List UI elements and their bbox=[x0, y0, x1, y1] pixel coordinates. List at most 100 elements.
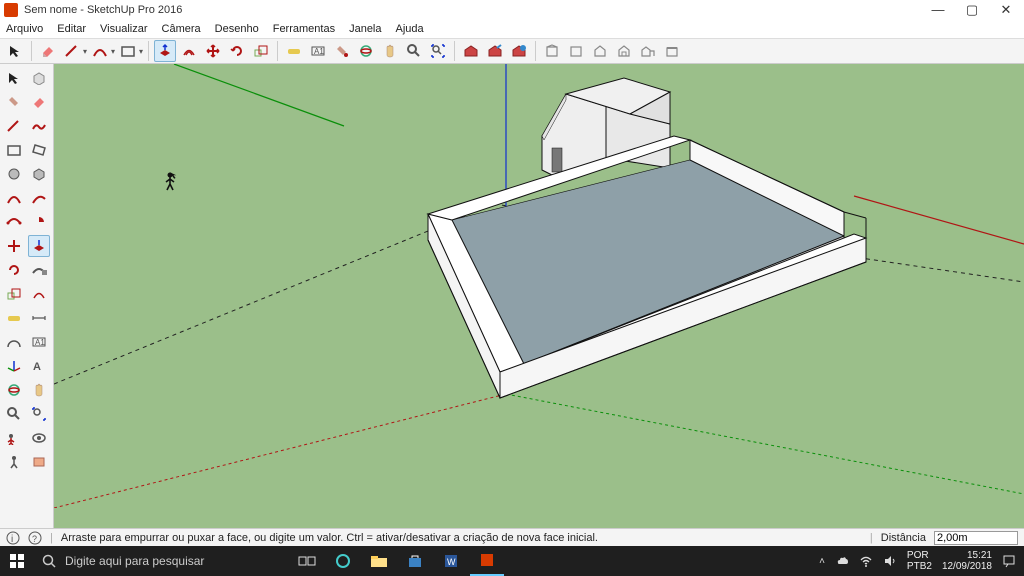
taskbar-search[interactable]: Digite aqui para pesquisar bbox=[34, 546, 284, 576]
protractor-tool[interactable] bbox=[3, 331, 25, 353]
line-tool-l[interactable] bbox=[3, 115, 25, 137]
offset-tool[interactable] bbox=[178, 40, 200, 62]
cursor-figure-icon bbox=[166, 172, 176, 190]
text-tool[interactable]: A1 bbox=[307, 40, 329, 62]
orbit-tool-l[interactable] bbox=[3, 379, 25, 401]
extension-warehouse-icon[interactable] bbox=[508, 40, 530, 62]
pie-tool[interactable] bbox=[28, 211, 50, 233]
task-view-icon[interactable] bbox=[290, 546, 324, 576]
scale-tool-l[interactable] bbox=[3, 283, 25, 305]
shape-tool[interactable] bbox=[117, 40, 139, 62]
rotate-tool[interactable] bbox=[226, 40, 248, 62]
pan-tool-l[interactable] bbox=[28, 379, 50, 401]
offset-tool-l[interactable] bbox=[28, 283, 50, 305]
title-bar: Sem nome - SketchUp Pro 2016 — ▢ ✕ bbox=[0, 0, 1024, 20]
building4-icon[interactable] bbox=[613, 40, 635, 62]
scale-tool[interactable] bbox=[250, 40, 272, 62]
text-tool-l[interactable]: A1 bbox=[28, 331, 50, 353]
building6-icon[interactable] bbox=[661, 40, 683, 62]
info-icon: i bbox=[6, 531, 20, 545]
eraser-tool-l[interactable] bbox=[28, 91, 50, 113]
tray-lang[interactable]: POR PTB2 bbox=[907, 550, 932, 572]
warehouse-share-icon[interactable] bbox=[484, 40, 506, 62]
walk-tool[interactable] bbox=[3, 451, 25, 473]
orbit-tool[interactable] bbox=[355, 40, 377, 62]
move-tool-l[interactable] bbox=[3, 235, 25, 257]
status-bar: i ? | Arraste para empurrar ou puxar a f… bbox=[0, 528, 1024, 546]
building1-icon[interactable] bbox=[541, 40, 563, 62]
start-button[interactable] bbox=[0, 546, 34, 576]
look-around-tool[interactable] bbox=[28, 427, 50, 449]
toolbar-left: A1 A bbox=[0, 64, 54, 528]
close-button[interactable]: ✕ bbox=[996, 2, 1016, 18]
2pt-arc-tool[interactable] bbox=[28, 187, 50, 209]
line-tool[interactable] bbox=[61, 40, 83, 62]
axes-tool[interactable] bbox=[3, 355, 25, 377]
menu-editar[interactable]: Editar bbox=[57, 23, 86, 35]
position-camera-tool[interactable] bbox=[3, 427, 25, 449]
paint-tool-l[interactable] bbox=[3, 91, 25, 113]
sketchup-icon[interactable] bbox=[470, 546, 504, 576]
component-tool[interactable] bbox=[28, 67, 50, 89]
edge-icon[interactable] bbox=[326, 546, 360, 576]
tray-clock[interactable]: 15:21 12/09/2018 bbox=[942, 550, 992, 572]
select-tool-l[interactable] bbox=[3, 67, 25, 89]
select-tool[interactable] bbox=[4, 40, 26, 62]
move-tool[interactable] bbox=[202, 40, 224, 62]
pushpull-tool-l[interactable] bbox=[28, 235, 50, 257]
tape-tool-l[interactable] bbox=[3, 307, 25, 329]
zoom-tool-l[interactable] bbox=[3, 403, 25, 425]
help-icon[interactable]: ? bbox=[28, 531, 42, 545]
pushpull-tool[interactable] bbox=[154, 40, 176, 62]
section-tool[interactable] bbox=[28, 451, 50, 473]
explorer-icon[interactable] bbox=[362, 546, 396, 576]
rotate-tool-l[interactable] bbox=[3, 259, 25, 281]
menu-camera[interactable]: Câmera bbox=[162, 23, 201, 35]
menu-bar: Arquivo Editar Visualizar Câmera Desenho… bbox=[0, 20, 1024, 38]
zoom-extents-tool-l[interactable] bbox=[28, 403, 50, 425]
dimension-tool[interactable] bbox=[28, 307, 50, 329]
3pt-arc-tool[interactable] bbox=[3, 211, 25, 233]
menu-arquivo[interactable]: Arquivo bbox=[6, 23, 43, 35]
paint-tool[interactable] bbox=[331, 40, 353, 62]
rectangle-tool[interactable] bbox=[3, 139, 25, 161]
building5-icon[interactable] bbox=[637, 40, 659, 62]
eraser-tool[interactable] bbox=[37, 40, 59, 62]
menu-ferramentas[interactable]: Ferramentas bbox=[273, 23, 335, 35]
arc-tool[interactable] bbox=[89, 40, 111, 62]
zoom-extents-tool[interactable] bbox=[427, 40, 449, 62]
minimize-button[interactable]: — bbox=[928, 2, 948, 18]
svg-text:i: i bbox=[11, 534, 13, 545]
tray-chevron-icon[interactable]: ˄ bbox=[819, 556, 825, 567]
svg-text:A: A bbox=[33, 361, 41, 373]
menu-visualizar[interactable]: Visualizar bbox=[100, 23, 148, 35]
viewport-3d[interactable] bbox=[54, 64, 1024, 528]
menu-janela[interactable]: Janela bbox=[349, 23, 381, 35]
building2-icon[interactable] bbox=[565, 40, 587, 62]
followme-tool[interactable] bbox=[28, 259, 50, 281]
rotated-rect-tool[interactable] bbox=[28, 139, 50, 161]
volume-icon[interactable] bbox=[883, 554, 897, 568]
freehand-tool[interactable] bbox=[28, 115, 50, 137]
tape-tool[interactable] bbox=[283, 40, 305, 62]
maximize-button[interactable]: ▢ bbox=[962, 2, 982, 18]
onedrive-icon[interactable] bbox=[835, 554, 849, 568]
windows-taskbar: Digite aqui para pesquisar W ˄ POR PTB2 … bbox=[0, 546, 1024, 576]
menu-ajuda[interactable]: Ajuda bbox=[396, 23, 424, 35]
wifi-icon[interactable] bbox=[859, 554, 873, 568]
pan-tool[interactable] bbox=[379, 40, 401, 62]
window-title: Sem nome - SketchUp Pro 2016 bbox=[24, 4, 928, 16]
warehouse-icon[interactable] bbox=[460, 40, 482, 62]
distance-input[interactable] bbox=[934, 531, 1018, 545]
word-icon[interactable]: W bbox=[434, 546, 468, 576]
3dtext-tool[interactable]: A bbox=[28, 355, 50, 377]
polygon-tool[interactable] bbox=[28, 163, 50, 185]
notifications-icon[interactable] bbox=[1002, 554, 1016, 568]
building3-icon[interactable] bbox=[589, 40, 611, 62]
circle-tool[interactable] bbox=[3, 163, 25, 185]
store-icon[interactable] bbox=[398, 546, 432, 576]
arc-tool-l[interactable] bbox=[3, 187, 25, 209]
zoom-tool[interactable] bbox=[403, 40, 425, 62]
menu-desenho[interactable]: Desenho bbox=[215, 23, 259, 35]
taskbar-search-placeholder: Digite aqui para pesquisar bbox=[65, 554, 204, 568]
